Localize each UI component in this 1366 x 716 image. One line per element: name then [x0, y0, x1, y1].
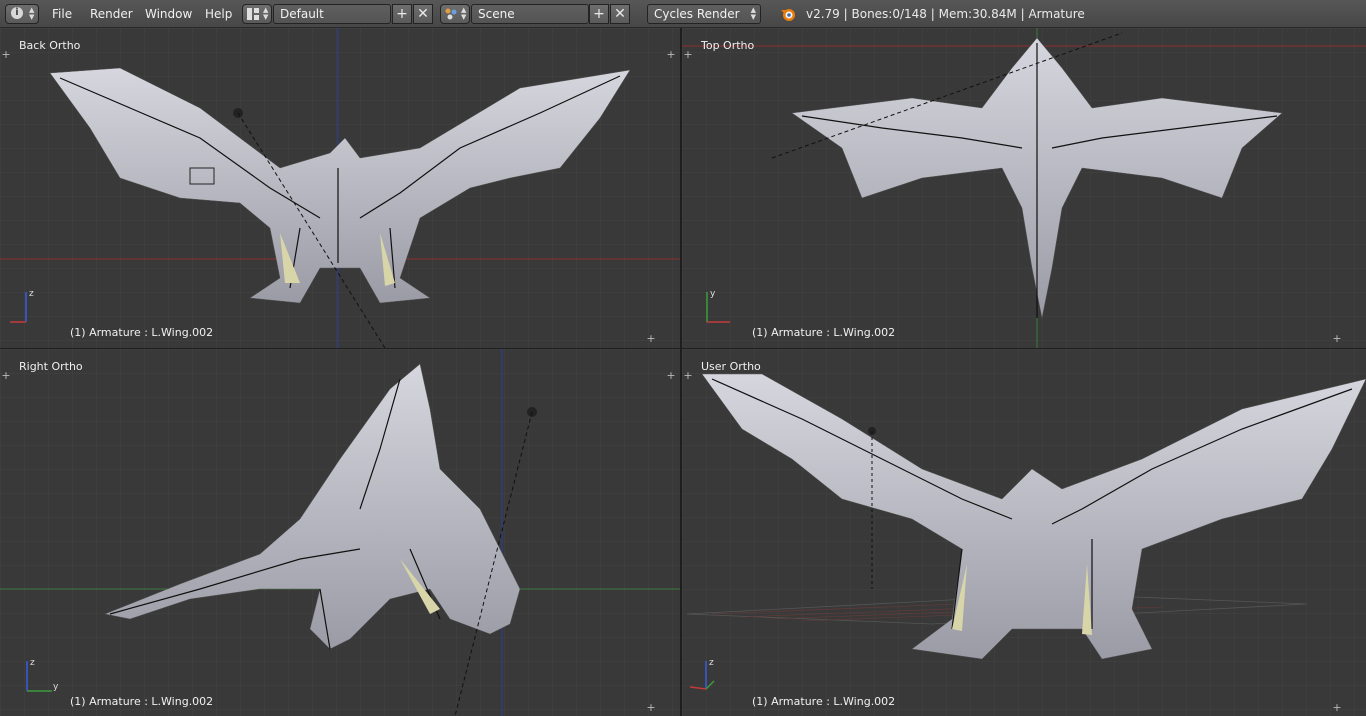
viewport-status: (1) Armature : L.Wing.002: [70, 695, 214, 708]
menu-render[interactable]: Render: [90, 7, 133, 21]
viewport-status: (1) Armature : L.Wing.002: [752, 695, 896, 708]
viewport-corner-plus-icon[interactable]: +: [646, 333, 656, 344]
axis-gizmo-icon: y: [706, 289, 730, 323]
viewport-corner-plus-icon[interactable]: +: [666, 370, 676, 381]
viewport-status: (1) Armature : L.Wing.002: [752, 326, 896, 339]
chevron-updown-icon: ▲ ▼: [750, 6, 756, 21]
axis-gizmo-icon: z y: [26, 658, 59, 692]
user-view-scene: [682, 349, 1366, 716]
viewport-label: User Ortho: [701, 360, 761, 373]
viewport-corner-plus-icon[interactable]: +: [646, 702, 656, 713]
svg-text:y: y: [710, 289, 716, 299]
axis-gizmo-icon: z: [689, 658, 715, 690]
scene-status-text: v2.79 | Bones:0/148 | Mem:30.84M | Armat…: [806, 7, 1085, 21]
svg-text:z: z: [29, 289, 34, 299]
viewport-top-ortho[interactable]: Top Ortho (1) Armature : L.Wing.002 y + …: [682, 28, 1366, 348]
back-view-scene: [0, 28, 680, 348]
info-icon: i: [11, 7, 23, 19]
viewport-user-ortho[interactable]: User Ortho (1) Armature : L.Wing.002 z +…: [682, 349, 1366, 716]
viewport-corner-plus-icon[interactable]: +: [666, 49, 676, 60]
horizontal-area-divider[interactable]: [0, 348, 1366, 349]
viewport-status: (1) Armature : L.Wing.002: [70, 326, 214, 339]
viewport-corner-plus-icon[interactable]: +: [1332, 702, 1342, 713]
viewport-back-ortho[interactable]: Back Ortho (1) Armature : L.Wing.002 z +…: [0, 28, 680, 348]
render-engine-label: Cycles Render: [654, 7, 740, 21]
screen-layout-field[interactable]: Default: [273, 4, 391, 24]
chevron-updown-icon: ▲ ▼: [29, 6, 35, 21]
chevron-updown-icon: ▲ ▼: [263, 6, 269, 21]
viewport-right-ortho[interactable]: Right Ortho (1) Armature : L.Wing.002 z …: [0, 349, 680, 716]
viewport-label: Top Ortho: [701, 39, 755, 52]
vertical-area-divider[interactable]: [680, 28, 682, 716]
svg-text:z: z: [30, 658, 35, 668]
menu-window[interactable]: Window: [145, 7, 192, 21]
axis-gizmo-icon: z: [10, 289, 34, 323]
scene-field[interactable]: Scene: [471, 4, 589, 24]
viewport-corner-plus-icon[interactable]: +: [1, 370, 11, 381]
add-layout-button[interactable]: +: [392, 4, 412, 24]
scene-icon: [445, 8, 458, 20]
remove-scene-button[interactable]: ✕: [610, 4, 630, 24]
svg-text:y: y: [53, 682, 59, 692]
info-editor-button[interactable]: i ▲ ▼: [5, 4, 39, 24]
scene-selector[interactable]: ▲ ▼: [440, 4, 470, 24]
menu-help[interactable]: Help: [205, 7, 232, 21]
viewport-label: Back Ortho: [19, 39, 81, 52]
chevron-updown-icon: ▲ ▼: [461, 6, 467, 21]
viewport-label: Right Ortho: [19, 360, 83, 373]
remove-layout-button[interactable]: ✕: [413, 4, 433, 24]
viewport-corner-plus-icon[interactable]: +: [683, 49, 693, 60]
screen-layout-icon: [247, 8, 259, 20]
top-view-scene: [682, 28, 1366, 348]
blender-logo-icon: [780, 6, 796, 22]
add-scene-button[interactable]: +: [589, 4, 609, 24]
viewport-corner-plus-icon[interactable]: +: [683, 370, 693, 381]
viewport-corner-plus-icon[interactable]: +: [1, 49, 11, 60]
top-header: i ▲ ▼ File Render Window Help ▲ ▼ Default …: [0, 0, 1366, 28]
screen-layout-selector[interactable]: ▲ ▼: [242, 4, 272, 24]
right-view-scene: [0, 349, 680, 716]
viewport-corner-plus-icon[interactable]: +: [1332, 333, 1342, 344]
svg-text:z: z: [709, 658, 714, 668]
render-engine-select[interactable]: Cycles Render ▲ ▼: [647, 4, 761, 24]
menu-file[interactable]: File: [52, 7, 72, 21]
